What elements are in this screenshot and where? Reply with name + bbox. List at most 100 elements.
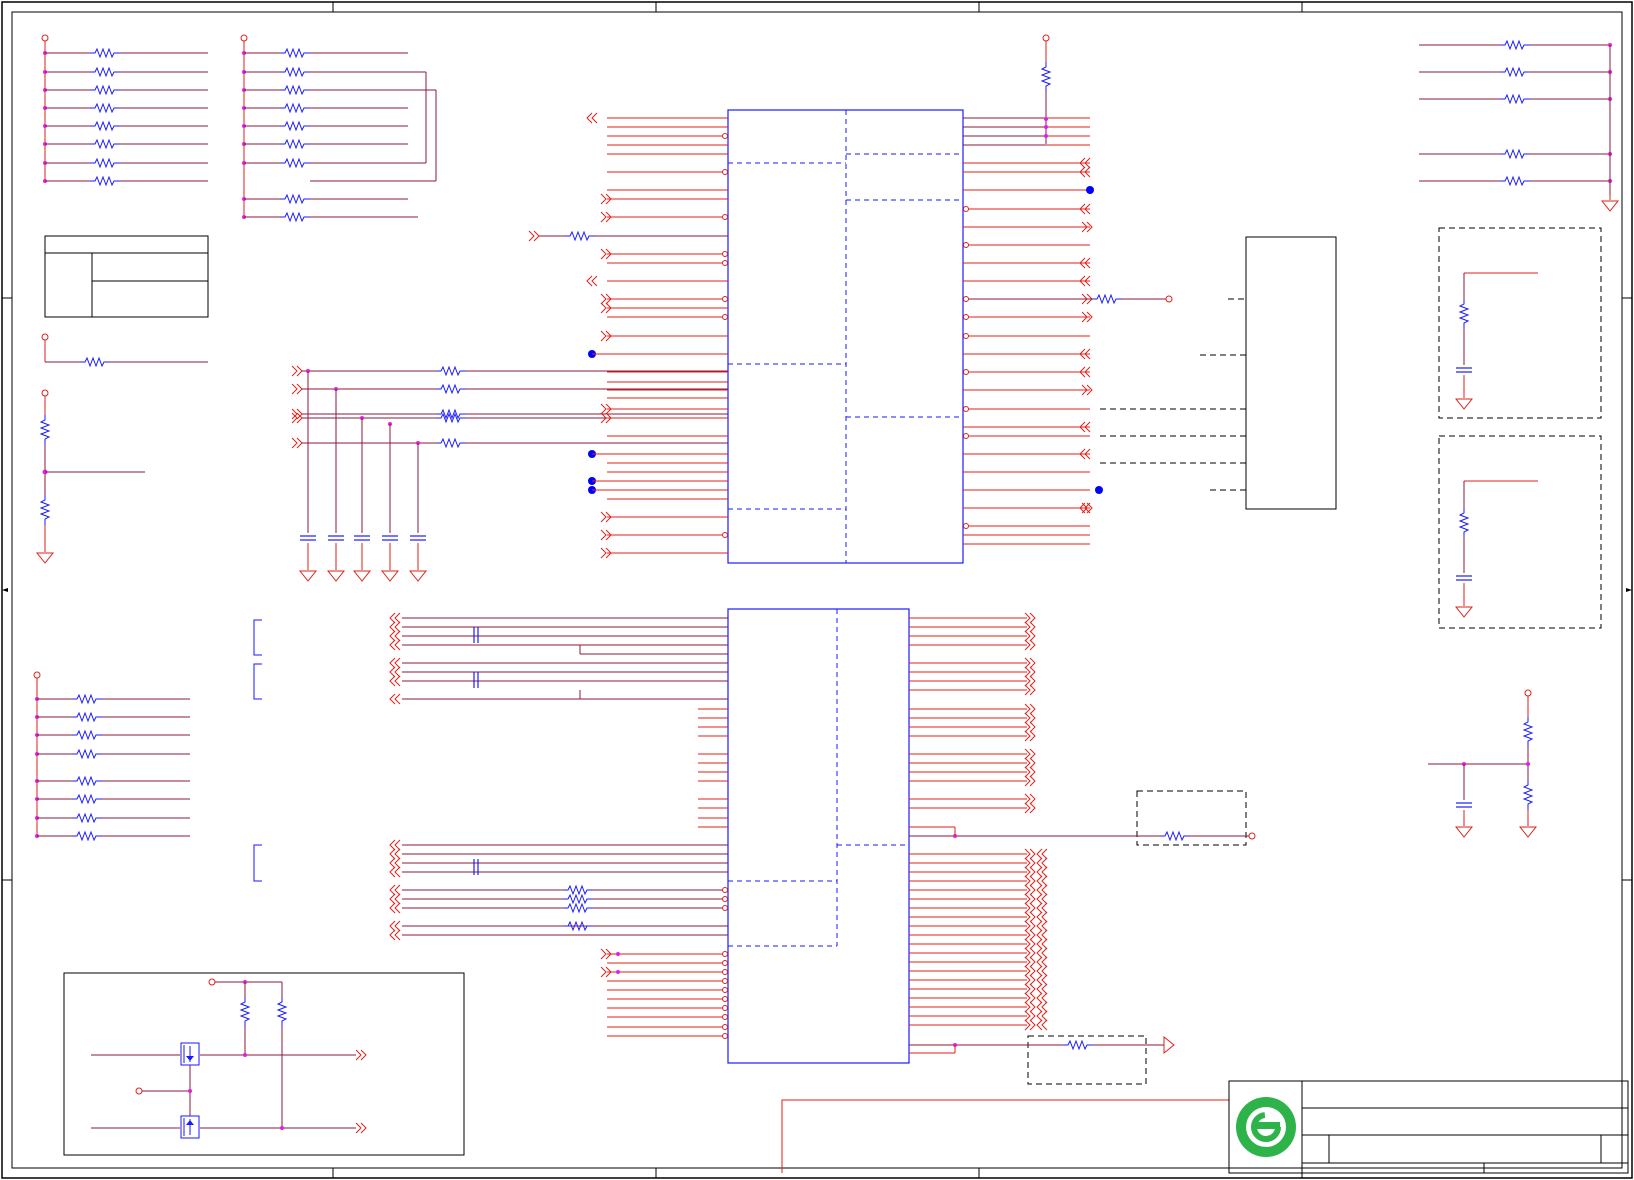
junction-dot [616,970,620,974]
resistor-icon [71,730,103,740]
capacitor-icon [299,535,317,541]
offpage-connector-icon [1036,983,1048,995]
offpage-connector-icon [1036,947,1048,959]
offpage-connector-icon [1036,857,1048,869]
ic-upper-left-pins [528,112,728,559]
ground-icon [409,570,427,582]
ground-icon [36,552,54,564]
offpage-connector-icon [1036,938,1048,950]
power-port-icon [240,34,248,42]
offpage-connector-icon [528,230,540,242]
resistor-icon [279,85,311,95]
pin-bubble [722,996,728,1002]
offpage-connector-icon [389,693,401,705]
pin-bubble [722,969,728,975]
resistor-icon [40,494,50,526]
ground-icon [1455,398,1473,410]
capacitor-icon [1455,367,1473,373]
pin-bubble [722,896,728,902]
pin-bubble [722,960,728,966]
ic-upper-right-pins [963,117,1173,545]
offpage-connector-icon [1036,956,1048,968]
bus-brackets [253,619,262,882]
level-shifter-box [63,972,465,1156]
sheet-border [1,1,1633,1179]
offpage-connector-icon [1036,911,1048,923]
resistor-icon [71,813,103,823]
mosfet-icon [180,1042,200,1066]
ground-icon [1519,826,1537,838]
offpage-connector-icon [586,112,598,124]
ic-lower-block [727,608,910,1064]
ic-lower-left-pins [389,612,728,1039]
power-port-icon [41,34,49,42]
resistor-icon [89,158,121,168]
offpage-connector-icon [1036,974,1048,986]
resistor-icon [435,384,467,394]
resistor-icon [89,139,121,149]
pin-bubble [722,978,728,984]
pin-bubble [722,905,728,911]
resistor-icon [89,85,121,95]
resistor-icon [71,831,103,841]
ground-icon [381,570,399,582]
resistor-icon [1523,779,1533,811]
resistor-icon [279,67,311,77]
resistor-icon [240,996,250,1028]
offpage-connector-icon [389,657,401,669]
offpage-connector-icon [1036,1019,1048,1031]
series-resistor-box-2 [909,1035,1175,1085]
resistor-icon [40,414,50,446]
pin-bubble [722,1005,728,1011]
pin-bubble [963,314,969,320]
offpage-connector-icon [389,884,401,896]
resistor-icon [1091,294,1123,304]
offpage-connector-icon [389,902,401,914]
junction-dot [1086,186,1094,194]
junction-dot [1095,486,1103,494]
resistor-icon [279,194,311,204]
offpage-connector-icon [1036,848,1048,860]
offpage-connector-icon [389,929,401,941]
ground-icon [1455,826,1473,838]
resistor-icon [564,231,596,241]
resistor-icon [71,749,103,759]
resistor-icon [279,48,311,58]
pin-bubble [963,242,969,248]
offpage-connector-icon [355,1049,367,1061]
offpage-connector-icon [1036,875,1048,887]
pull-up-resistor-bank-b [240,34,437,222]
resistor-icon [562,885,594,895]
resistor-icon [562,921,594,931]
pin-bubble [722,314,728,320]
resistor-icon [435,409,467,419]
resistor-icon [1499,67,1531,77]
capacitor-icon [409,535,427,541]
title-block [781,1080,1629,1174]
resistor-icon [279,212,311,222]
pin-bubble [963,433,969,439]
resistor-icon [89,121,121,131]
offpage-connector-icon [1036,902,1048,914]
capacitor-icon [473,626,479,644]
offpage-connector-icon [291,365,303,377]
offpage-connector-icon [1036,929,1048,941]
offpage-connector-icon [389,675,401,687]
pin-bubble [963,406,969,412]
offpage-connector-icon [389,839,401,851]
resistor-icon [1459,298,1469,330]
offpage-connector-icon [389,630,401,642]
offpage-connector-icon [389,621,401,633]
resistor-icon [71,776,103,786]
schematic-canvas [1,1,1633,1179]
pin-bubble [963,523,969,529]
resistor-icon [71,712,103,722]
voltage-divider-left [36,389,145,564]
offpage-connector-icon [1036,1001,1048,1013]
resistor-icon [435,438,467,448]
resistor-icon [277,996,287,1028]
offpage-connector-icon [1036,992,1048,1004]
pin-bubble [722,987,728,993]
resistor-icon [279,103,311,113]
rc-filter-box-2 [1438,435,1602,629]
